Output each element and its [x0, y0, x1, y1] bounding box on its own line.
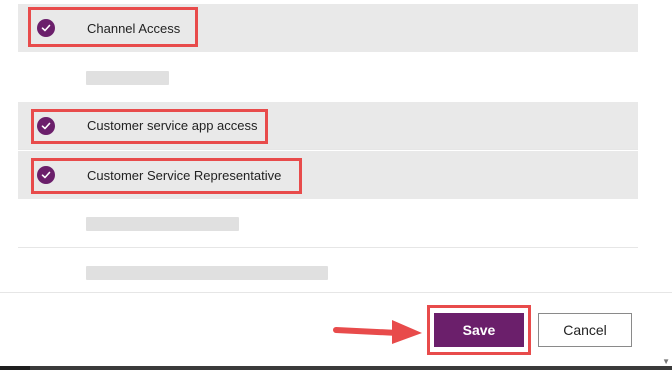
role-row-customer-service-app-access[interactable]: Customer service app access — [18, 102, 638, 150]
bottom-edge-left — [0, 366, 30, 370]
role-label: Customer Service Representative — [87, 167, 282, 183]
role-row-placeholder[interactable] — [18, 54, 638, 102]
checkmark-icon[interactable] — [37, 116, 55, 135]
loading-placeholder — [86, 71, 169, 85]
footer-divider — [0, 292, 672, 293]
loading-placeholder — [86, 216, 239, 231]
cancel-button[interactable]: Cancel — [538, 313, 632, 347]
scrollbar-track[interactable] — [638, 0, 672, 292]
save-button[interactable]: Save — [434, 313, 524, 347]
loading-placeholder — [86, 266, 328, 280]
role-row-placeholder[interactable] — [18, 200, 638, 248]
checkmark-icon[interactable] — [37, 166, 55, 184]
scroll-down-icon[interactable]: ▼ — [662, 357, 670, 366]
role-row-customer-service-representative[interactable]: Customer Service Representative — [18, 151, 638, 199]
checkmark-icon[interactable] — [37, 19, 55, 37]
role-label: Customer service app access — [87, 118, 258, 133]
role-row-channel-access[interactable]: Channel Access — [18, 4, 638, 52]
arrow-right-icon — [333, 320, 422, 344]
role-row-placeholder[interactable] — [18, 249, 638, 297]
bottom-edge — [0, 366, 672, 370]
role-label: Channel Access — [87, 20, 181, 36]
